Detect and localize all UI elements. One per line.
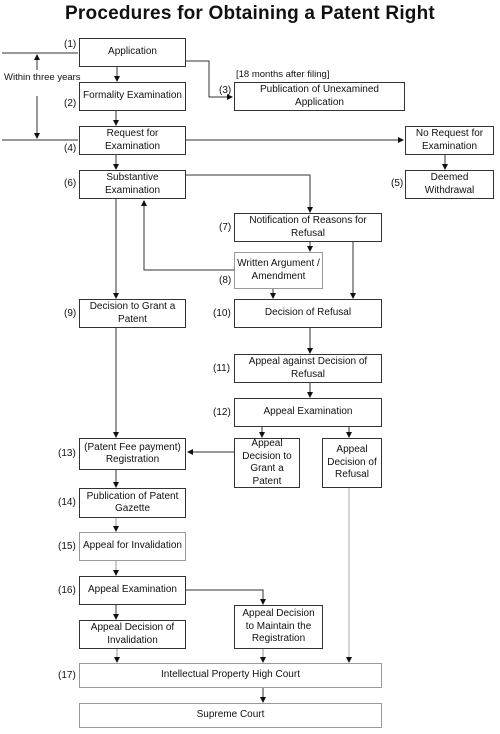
no-request-box: No Request for Examination bbox=[405, 126, 494, 155]
appeal-decision-refusal-box: Appeal Decision of Refusal bbox=[322, 438, 382, 488]
maintain-registration-box: Appeal Decision to Maintain the Registra… bbox=[234, 605, 323, 649]
eighteen-months-note: [18 months after filing] bbox=[236, 69, 330, 80]
supreme-court-box: Supreme Court bbox=[79, 703, 382, 728]
step-number-12: (12) bbox=[213, 407, 231, 418]
appeal-against-refusal-box: Appeal against Decision of Refusal bbox=[234, 354, 382, 383]
appeal-decision-grant-box: Appeal Decision to Grant a Patent bbox=[234, 438, 300, 488]
step-number-1: (1) bbox=[64, 39, 77, 50]
step-number-10: (10) bbox=[213, 308, 231, 319]
step-number-6: (6) bbox=[64, 178, 77, 189]
decision-invalidation-box: Appeal Decision of Invalidation bbox=[79, 620, 186, 649]
appeal-examination-invalidation-box: Appeal Examination bbox=[79, 576, 186, 605]
step-number-7: (7) bbox=[219, 222, 232, 233]
step-number-8: (8) bbox=[219, 275, 232, 286]
appeal-invalidation-box: Appeal for Invalidation bbox=[79, 532, 186, 561]
step-number-11: (11) bbox=[213, 363, 231, 374]
arrow-written-substantive bbox=[141, 200, 234, 271]
request-examination-box: Request for Examination bbox=[79, 126, 186, 155]
formality-examination-box: Formality Examination bbox=[79, 82, 186, 111]
notification-refusal-box: Notification of Reasons for Refusal bbox=[234, 213, 382, 242]
substantive-examination-box: Substantive Examination bbox=[79, 170, 186, 199]
arrow-substantive-notification bbox=[186, 174, 313, 213]
registration-box: (Patent Fee payment) Registration bbox=[79, 438, 186, 470]
within-three-years-label: Within three years bbox=[4, 72, 81, 83]
arrow-exam16-maintain bbox=[186, 589, 266, 605]
decision-grant-box: Decision to Grant a Patent bbox=[79, 299, 186, 328]
step-number-15: (15) bbox=[58, 541, 76, 552]
step-number-4: (4) bbox=[64, 143, 77, 154]
application-box: Application bbox=[79, 38, 186, 67]
step-number-14: (14) bbox=[58, 497, 76, 508]
step-number-2: (2) bbox=[64, 98, 77, 109]
step-number-5: (5) bbox=[391, 178, 404, 189]
appeal-examination-box: Appeal Examination bbox=[234, 398, 382, 427]
ip-high-court-box: Intellectual Property High Court bbox=[79, 663, 382, 688]
publication-unexamined-box: Publication of Unexamined Application bbox=[234, 82, 405, 111]
decision-refusal-box: Decision of Refusal bbox=[234, 299, 382, 328]
deemed-withdrawal-box: Deemed Withdrawal bbox=[405, 170, 494, 199]
step-number-9: (9) bbox=[64, 308, 77, 319]
step-number-16: (16) bbox=[58, 585, 76, 596]
step-number-3: (3) bbox=[219, 85, 232, 96]
written-argument-box: Written Argument / Amendment bbox=[234, 252, 323, 289]
patent-gazette-box: Publication of Patent Gazette bbox=[79, 488, 186, 518]
step-number-17: (17) bbox=[58, 670, 76, 681]
step-number-13: (13) bbox=[58, 448, 76, 459]
